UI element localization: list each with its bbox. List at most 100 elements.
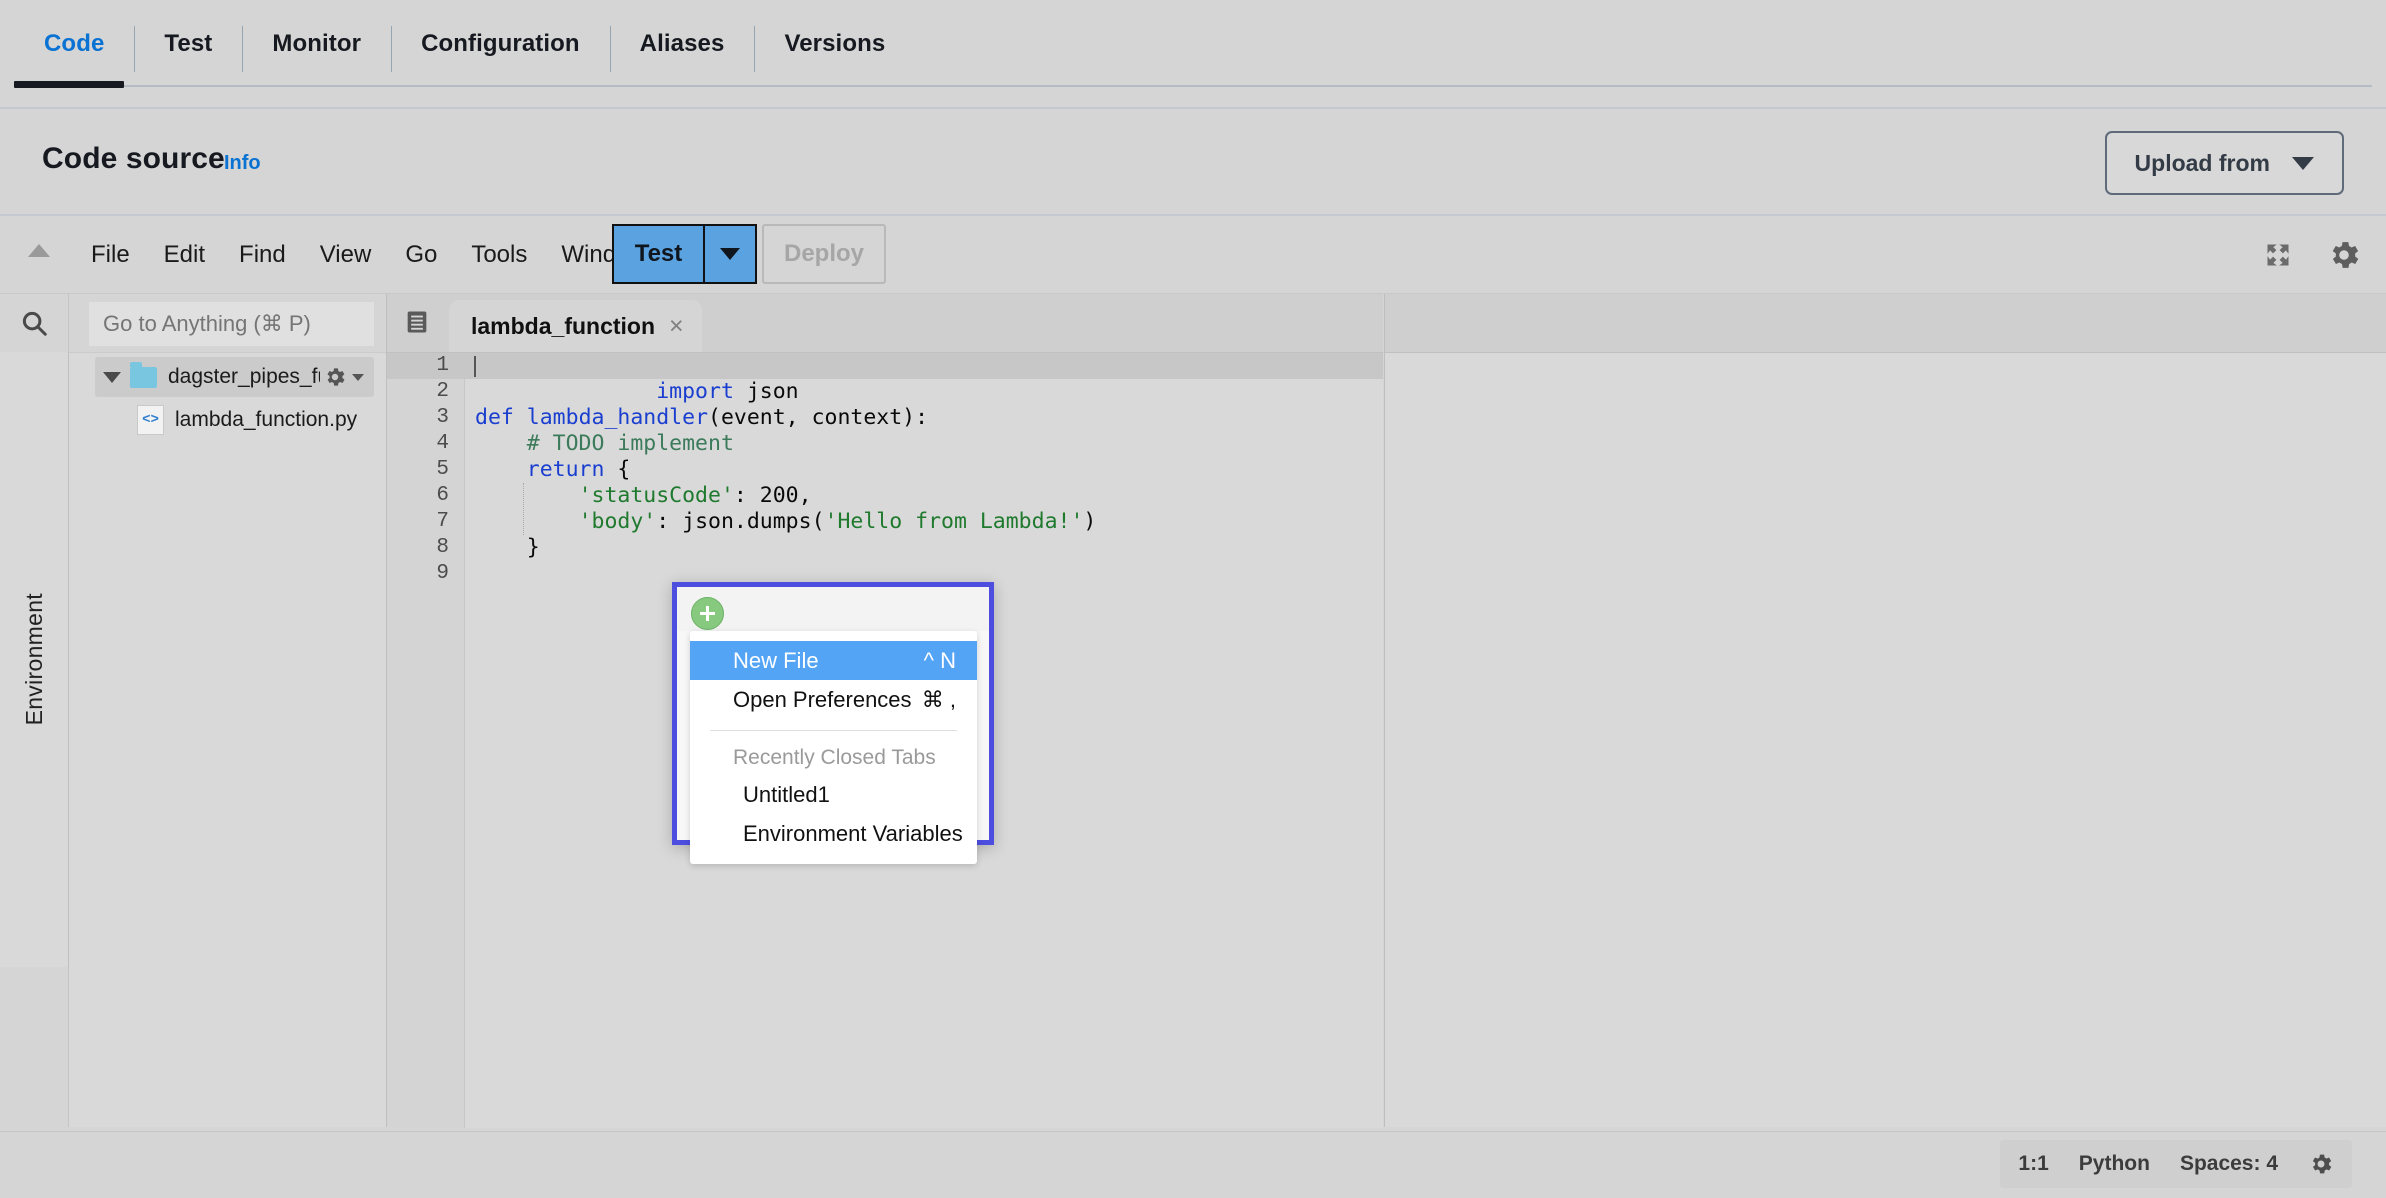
ide-menu-bar: File Edit Find View Go Tools Window [74, 216, 664, 293]
search-icon[interactable] [0, 294, 68, 352]
right-pane-tabstrip [1385, 294, 2386, 353]
menu-item-new-file-accel: ^ N [924, 648, 956, 674]
tab-active-indicator [14, 81, 124, 88]
language-mode[interactable]: Python [2079, 1152, 2150, 1176]
menu-item-untitled1[interactable]: Untitled1 [690, 775, 977, 814]
line-number: 5 [387, 457, 464, 483]
page-title: Code source [42, 142, 225, 176]
search-input[interactable] [89, 302, 374, 346]
chevron-down-icon [352, 374, 364, 381]
file-tree-panel: dagster_pipes_func <> lambda_function.py [69, 294, 387, 1127]
tree-area: dagster_pipes_func <> lambda_function.py [69, 353, 386, 1127]
collapse-triangle-icon[interactable] [28, 244, 50, 257]
upload-from-button[interactable]: Upload from [2105, 131, 2344, 195]
menu-item-open-preferences[interactable]: Open Preferences ⌘ , [690, 680, 977, 719]
gear-icon[interactable] [2308, 1151, 2334, 1177]
tree-row-file[interactable]: <> lambda_function.py [129, 400, 374, 440]
menu-group-recently-closed: Recently Closed Tabs [690, 741, 977, 775]
ide-toolbar: File Edit Find View Go Tools Window Test… [0, 216, 2386, 294]
menu-plus-bar [677, 587, 989, 631]
close-icon[interactable]: × [669, 314, 684, 339]
menu-item-new-file-label: New File [733, 648, 819, 674]
menu-file[interactable]: File [74, 216, 147, 293]
menu-tools[interactable]: Tools [454, 216, 544, 293]
line-number: 4 [387, 431, 464, 457]
line-number-gutter: 1 2 3 4 5 6 7 8 9 [387, 353, 465, 1128]
menu-divider [710, 730, 957, 731]
upload-from-label: Upload from [2135, 150, 2270, 177]
folder-label: dagster_pipes_func [168, 365, 320, 389]
line-number: 2 [387, 379, 464, 405]
menu-view[interactable]: View [303, 216, 389, 293]
code-line-6: 'statusCode': 200, [465, 483, 1383, 509]
code-line-7: 'body': json.dumps('Hello from Lambda!') [465, 509, 1383, 535]
tab-code-label: Code [44, 30, 104, 58]
text-caret [474, 356, 476, 377]
menu-item-environment-variables[interactable]: Environment Variables [690, 814, 977, 853]
code-line-3: def lambda_handler(event, context): [465, 405, 1383, 431]
menu-find[interactable]: Find [222, 216, 303, 293]
file-tree-toggle-icon[interactable] [403, 308, 431, 341]
menu-go[interactable]: Go [388, 216, 454, 293]
tab-versions[interactable]: Versions [754, 0, 915, 88]
environment-rail-button[interactable]: Environment [0, 352, 69, 967]
panel-header: Code source Info Upload from [0, 109, 2386, 216]
tab-aliases[interactable]: Aliases [610, 0, 755, 88]
test-button-group: Test [612, 224, 757, 284]
test-button[interactable]: Test [612, 224, 704, 284]
tab-test-label: Test [164, 30, 212, 58]
menu-edit[interactable]: Edit [147, 216, 222, 293]
menu-item-open-preferences-label: Open Preferences [733, 687, 912, 713]
code-source-panel: Code source Info Upload from File Edit F… [0, 107, 2386, 1198]
info-link[interactable]: Info [224, 152, 261, 175]
menu-item-open-preferences-accel: ⌘ , [922, 687, 956, 713]
menu-list: New File ^ N Open Preferences ⌘ , Recent… [690, 631, 977, 864]
line-number: 1 [387, 353, 464, 379]
ide-body: Environment dagster_pipes_func [0, 294, 2386, 1127]
tab-monitor[interactable]: Monitor [242, 0, 391, 88]
line-number: 3 [387, 405, 464, 431]
line-number: 7 [387, 509, 464, 535]
environment-rail-label: Environment [21, 593, 48, 725]
tree-row-folder[interactable]: dagster_pipes_func [95, 357, 374, 397]
chevron-down-icon [720, 248, 740, 260]
status-bar: 1:1 Python Spaces: 4 [0, 1131, 2386, 1198]
line-number: 6 [387, 483, 464, 509]
chevron-down-icon [2292, 157, 2314, 170]
tab-monitor-label: Monitor [272, 30, 361, 58]
tab-nav-rule [14, 85, 2372, 87]
tab-configuration-label: Configuration [421, 30, 580, 58]
file-label: lambda_function.py [175, 408, 357, 432]
deploy-button[interactable]: Deploy [762, 224, 886, 284]
folder-settings-button[interactable] [323, 365, 364, 389]
tab-configuration[interactable]: Configuration [391, 0, 610, 88]
tab-versions-label: Versions [784, 30, 885, 58]
ide-toolbar-right [2264, 216, 2362, 293]
fullscreen-icon[interactable] [2264, 241, 2292, 269]
tab-aliases-label: Aliases [640, 30, 725, 58]
gear-icon[interactable] [2326, 237, 2362, 273]
indent-setting[interactable]: Spaces: 4 [2180, 1152, 2278, 1176]
tab-code[interactable]: Code [14, 0, 134, 88]
chevron-down-icon[interactable] [103, 372, 121, 383]
code-line-1: import json [465, 353, 1383, 379]
indent-guide [523, 483, 525, 535]
tab-test[interactable]: Test [134, 0, 242, 88]
folder-icon [130, 367, 157, 388]
menu-item-new-file[interactable]: New File ^ N [690, 641, 977, 680]
line-number: 8 [387, 535, 464, 561]
cursor-position[interactable]: 1:1 [2018, 1152, 2048, 1176]
python-file-icon: <> [137, 405, 164, 435]
left-rail: Environment [0, 294, 69, 1127]
code-line-8: } [465, 535, 1383, 561]
top-tab-list: Code Test Monitor Configuration Aliases … [14, 0, 915, 88]
test-dropdown-button[interactable] [704, 224, 757, 284]
editor-tab-label: lambda_function [471, 313, 655, 340]
right-empty-pane [1384, 294, 2386, 1127]
status-bar-items: 1:1 Python Spaces: 4 [2000, 1140, 2352, 1188]
new-file-menu-popup: New File ^ N Open Preferences ⌘ , Recent… [672, 582, 994, 845]
editor-tab-lambda-function[interactable]: lambda_function × [449, 300, 702, 352]
code-line-4: # TODO implement [465, 431, 1383, 457]
app-root: Code Test Monitor Configuration Aliases … [0, 0, 2386, 1196]
plus-circle-icon[interactable] [691, 597, 724, 630]
